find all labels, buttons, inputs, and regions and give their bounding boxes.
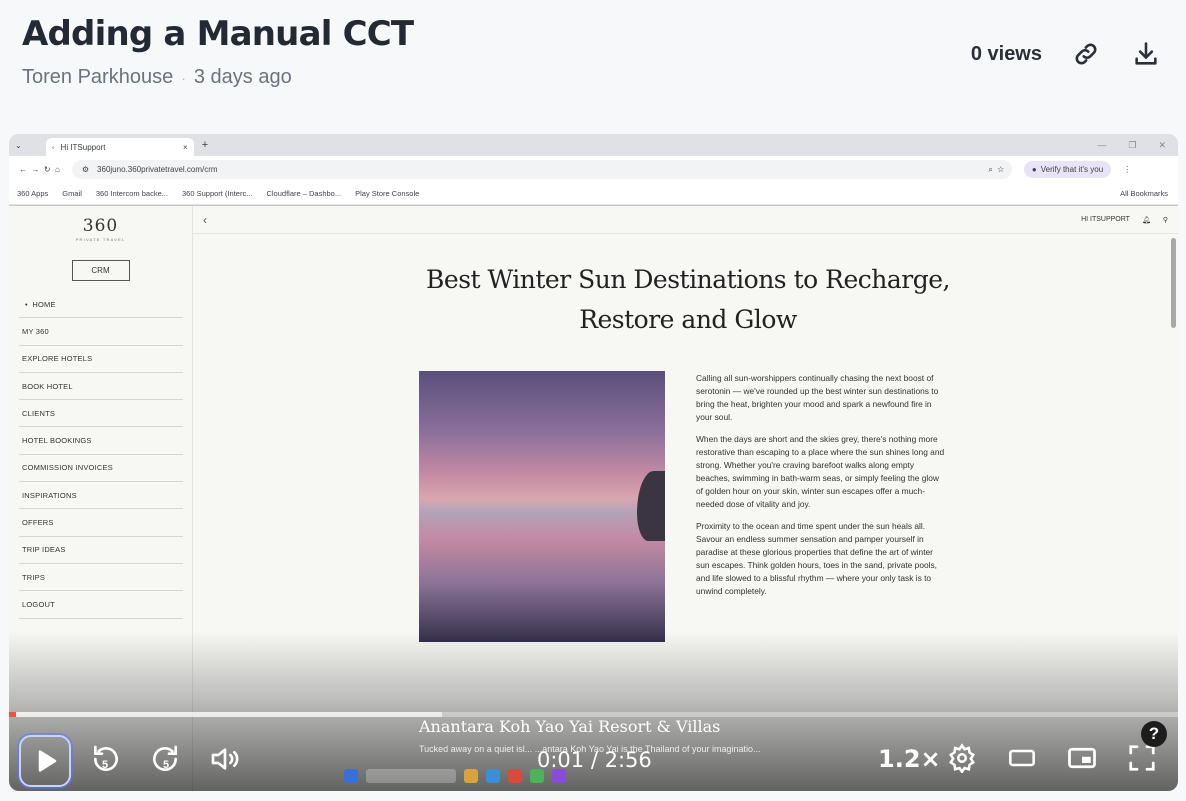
recorded-address-bar: ← → ↻ ⌂ ⚙ 360juno.360privatetravel.com/c… xyxy=(9,156,1178,183)
recorded-bookmarks-bar: 360 Apps Gmail 360 Intercom backe... 360… xyxy=(9,183,1178,205)
recorded-browser-tab: ◦ Hi ITSupport × xyxy=(45,138,194,156)
article-paragraph: When the days are short and the skies gr… xyxy=(696,434,945,509)
settings-gear-icon[interactable] xyxy=(945,741,979,775)
picture-in-picture-icon[interactable] xyxy=(1065,741,1099,775)
tab-list-icon: ⌄ xyxy=(15,140,22,150)
video-player[interactable]: ⌄ ◦ Hi ITSupport × + — ❐ ✕ ← → ↻ ⌂ ⚙ 360ju… xyxy=(9,134,1178,791)
bookmark-item: 360 Support (Interc... xyxy=(182,189,253,198)
rewind-5-button[interactable]: 5 xyxy=(89,739,123,779)
browser-menu-icon: ⋮ xyxy=(1123,165,1132,174)
verify-chip: ● Verify that it's you xyxy=(1023,161,1112,178)
author-name[interactable]: Toren Parkhouse xyxy=(22,66,173,89)
bookmark-item: Cloudflare – Dashbo... xyxy=(266,189,342,198)
nav-item-hotel-bookings: HOTEL BOOKINGS xyxy=(19,427,183,455)
playback-speed[interactable]: 1.2× xyxy=(878,745,941,773)
site-logo-sub: PRIVATE TRAVEL xyxy=(75,237,126,242)
time-display: 0:01 / 2:56 xyxy=(537,748,652,772)
new-tab-icon: + xyxy=(201,139,209,151)
time-separator: / xyxy=(584,748,605,772)
tab-title: Hi ITSupport xyxy=(60,142,106,152)
back-chevron-icon: ‹ xyxy=(203,212,207,227)
all-bookmarks: All Bookmarks xyxy=(1120,189,1168,198)
nav-item-my360: MY 360 xyxy=(19,318,183,346)
bookmark-item: Gmail xyxy=(62,189,82,198)
nav-item-offers: OFFERS xyxy=(19,509,183,537)
window-controls: — ❐ ✕ xyxy=(1097,139,1166,150)
verify-label: Verify that it's you xyxy=(1040,165,1104,174)
article-paragraph: Proximity to the ocean and time spent un… xyxy=(696,521,938,596)
forward-5-button[interactable]: 5 xyxy=(148,739,182,779)
article-title: Best Winter Sun Destinations to Recharge… xyxy=(426,265,950,334)
play-button[interactable] xyxy=(19,735,71,787)
view-count: 0 views xyxy=(970,42,1042,65)
bookmark-item: 360 Apps xyxy=(17,189,49,198)
nav-item-home: • HOME xyxy=(19,291,183,319)
crm-button: CRM xyxy=(71,260,130,281)
header-actions: 0 views xyxy=(971,38,1162,70)
profile-icon: ● xyxy=(1031,165,1037,174)
nav-item-commission-invoices: COMMISSION INVOICES xyxy=(19,455,183,483)
article-paragraph: Calling all sun-worshippers continually … xyxy=(696,373,939,422)
url-text: 360juno.360privatetravel.com/crm xyxy=(97,165,218,174)
tab-close-icon: × xyxy=(183,142,188,152)
nav-item-explore-hotels: EXPLORE HOTELS xyxy=(19,346,183,373)
rewind-seconds: 5 xyxy=(102,759,109,771)
recorded-browser-tabbar: ⌄ ◦ Hi ITSupport × + — ❐ ✕ xyxy=(9,134,1178,156)
zoom-star-icon: ⌕ ☆ xyxy=(988,164,1004,174)
page-scrollbar xyxy=(1171,238,1176,328)
current-time: 0:01 xyxy=(537,748,585,772)
bookmark-item: Play Store Console xyxy=(355,189,420,198)
island-silhouette xyxy=(637,471,665,541)
site-info-icon: ⚙ xyxy=(81,165,90,174)
nav-item-clients: CLIENTS xyxy=(19,400,183,428)
volume-button[interactable] xyxy=(207,741,243,777)
copy-link-icon[interactable] xyxy=(1070,38,1102,70)
nav-arrows-icon: ← → ↻ ⌂ xyxy=(19,165,60,174)
nav-item-trips: TRIPS xyxy=(19,564,183,592)
theater-mode-icon[interactable] xyxy=(1005,741,1039,775)
posted-date: 3 days ago xyxy=(193,66,292,88)
site-topbar: ‹ HI ITSUPPORT 🔔︎ ⚲ xyxy=(193,206,1178,234)
article-hero-image xyxy=(419,371,665,642)
duration: 2:56 xyxy=(604,748,652,772)
nav-item-inspirations: INSPIRATIONS xyxy=(19,482,183,510)
nav-item-logout: LOGOUT xyxy=(19,591,183,619)
user-area: HI ITSUPPORT 🔔︎ ⚲ xyxy=(1081,216,1168,224)
nav-item-trip-ideas: TRIP IDEAS xyxy=(19,537,183,564)
nav-item-book-hotel: BOOK HOTEL xyxy=(19,373,183,401)
article-body: Calling all sun-worshippers continually … xyxy=(696,372,946,607)
forward-seconds: 5 xyxy=(163,759,170,771)
site-logo: 360 xyxy=(82,216,119,236)
video-header: Adding a Manual CCT Toren Parkhouse · 3 … xyxy=(22,14,1162,104)
user-greeting: HI ITSUPPORT xyxy=(1081,216,1130,223)
meta-separator: · xyxy=(181,69,186,86)
download-icon[interactable] xyxy=(1130,38,1162,70)
url-field: ⚙ 360juno.360privatetravel.com/crm ⌕ ☆ xyxy=(71,160,1012,179)
user-icon: ⚲ xyxy=(1162,216,1168,224)
bookmark-item: 360 Intercom backe... xyxy=(95,189,168,198)
bell-icon: 🔔︎ xyxy=(1141,216,1151,224)
help-button[interactable]: ? xyxy=(1141,721,1167,747)
tab-favicon: ◦ xyxy=(51,142,55,152)
player-controls: 5 5 0:01 / 2:56 1.2× ? xyxy=(9,715,1178,791)
